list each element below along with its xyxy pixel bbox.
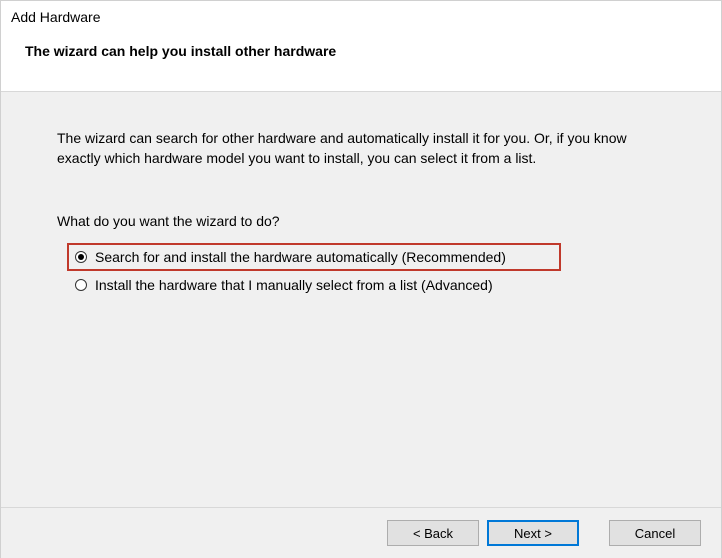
wizard-header: Add Hardware The wizard can help you ins… [1, 1, 721, 91]
intro-text: The wizard can search for other hardware… [57, 128, 669, 169]
wizard-footer: < Back Next > Cancel [1, 507, 721, 558]
wizard-subtitle: The wizard can help you install other ha… [11, 43, 711, 91]
window-title: Add Hardware [11, 9, 711, 43]
option-label: Search for and install the hardware auto… [95, 249, 506, 265]
radio-manual-select[interactable] [75, 279, 87, 291]
button-gap [587, 520, 601, 546]
radio-search-automatically[interactable] [75, 251, 87, 263]
add-hardware-wizard-window: Add Hardware The wizard can help you ins… [0, 0, 722, 558]
option-search-automatically[interactable]: Search for and install the hardware auto… [67, 243, 561, 271]
prompt-text: What do you want the wizard to do? [57, 213, 669, 229]
cancel-button[interactable]: Cancel [609, 520, 701, 546]
back-button[interactable]: < Back [387, 520, 479, 546]
wizard-content: The wizard can search for other hardware… [1, 92, 721, 507]
next-button[interactable]: Next > [487, 520, 579, 546]
option-label: Install the hardware that I manually sel… [95, 277, 493, 293]
option-manual-select[interactable]: Install the hardware that I manually sel… [69, 271, 669, 299]
